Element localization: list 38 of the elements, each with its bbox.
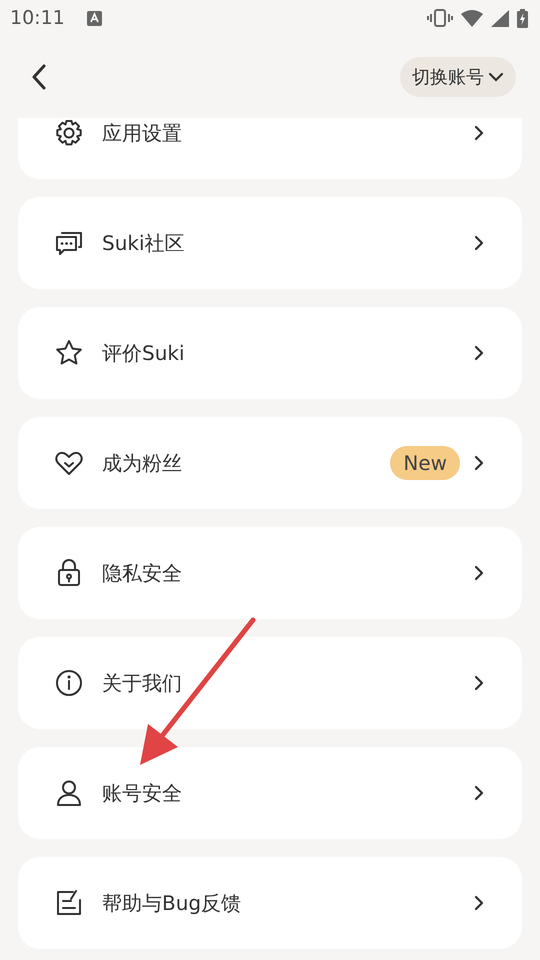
person-icon	[54, 778, 84, 808]
chevron-icon	[474, 785, 484, 801]
item-label: 隐私安全	[102, 560, 183, 586]
switch-account-button[interactable]: 切换账号	[400, 57, 516, 97]
item-label: 帮助与Bug反馈	[102, 890, 242, 916]
chevron-icon	[474, 565, 484, 581]
item-label: 关于我们	[102, 670, 183, 696]
settings-item[interactable]: 隐私安全	[18, 527, 522, 619]
signal-icon	[491, 10, 509, 26]
chevron-down-icon	[488, 72, 504, 82]
chevron-icon	[474, 895, 484, 911]
item-label: 账号安全	[102, 780, 183, 806]
chevron-icon	[474, 345, 484, 361]
status-time: 10:11	[10, 7, 65, 29]
settings-item[interactable]: 账号安全	[18, 747, 522, 839]
item-label: Suki社区	[102, 230, 186, 256]
new-badge: New	[390, 446, 460, 480]
chevron-icon	[474, 455, 484, 471]
settings-item[interactable]: 评价Suki	[18, 307, 522, 399]
gear-icon	[54, 118, 84, 148]
info-icon	[54, 668, 84, 698]
settings-item[interactable]: 成为粉丝 New	[18, 417, 522, 509]
item-label: 应用设置	[102, 120, 183, 146]
vibrate-icon	[427, 9, 453, 27]
settings-item[interactable]: 关于我们	[18, 637, 522, 729]
battery-icon	[517, 8, 528, 28]
item-label: 成为粉丝	[102, 450, 183, 476]
chevron-icon	[474, 675, 484, 691]
back-button[interactable]	[30, 64, 48, 90]
settings-item[interactable]: 应用设置	[18, 118, 522, 179]
wifi-icon	[461, 10, 483, 26]
chevron-icon	[474, 235, 484, 251]
chevron-icon	[474, 125, 484, 141]
settings-item[interactable]: Suki社区	[18, 197, 522, 289]
note-edit-icon	[54, 888, 84, 918]
settings-item[interactable]: 帮助与Bug反馈	[18, 857, 522, 949]
keyboard-notification-icon	[86, 10, 102, 26]
item-label: 评价Suki	[102, 340, 186, 366]
